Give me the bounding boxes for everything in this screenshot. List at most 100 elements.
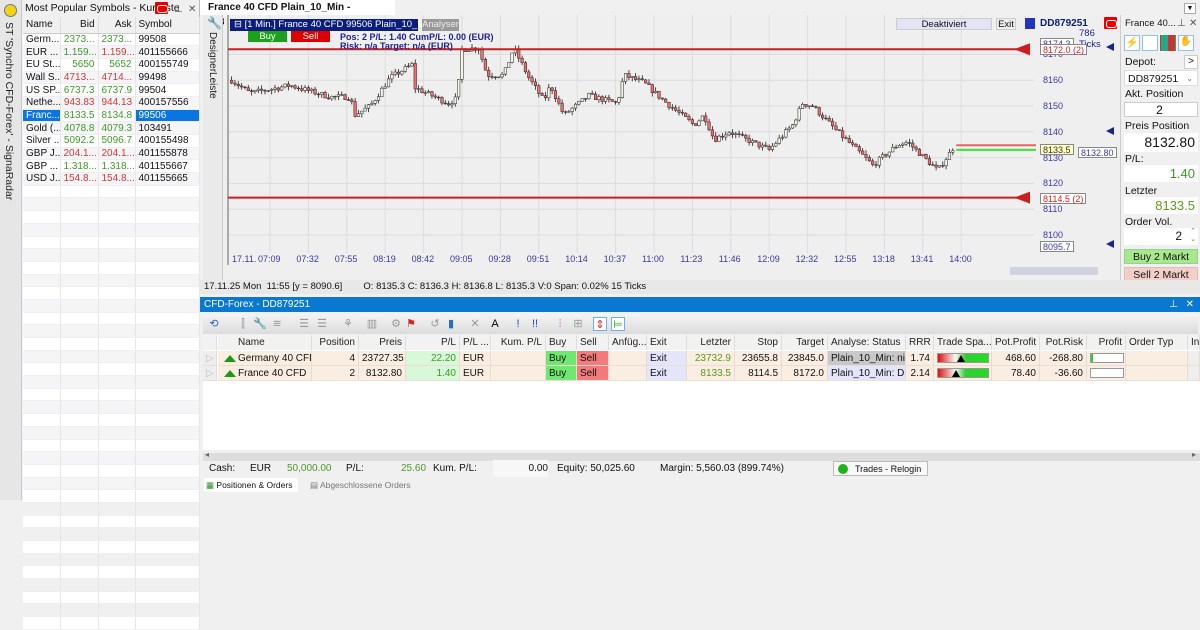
close-icon[interactable]: ✕: [188, 1, 196, 18]
chart-icon[interactable]: ≋: [270, 317, 284, 331]
position-row[interactable]: ▷ Germany 40 CFD 4 23727.35 22.20 EUR Buy Sell E…: [203, 351, 1200, 366]
cell-sell[interactable]: Sell: [577, 366, 609, 381]
col-header[interactable]: P/L ...: [460, 335, 491, 350]
deaktiviert-button[interactable]: Deaktiviert: [896, 18, 992, 30]
trades-relogin-button[interactable]: Trades - Relogin: [833, 461, 928, 476]
col-header[interactable]: Name: [218, 335, 312, 350]
chart-canvas[interactable]: [224, 15, 1119, 280]
sort-icon[interactable]: ⇕: [593, 317, 607, 331]
kursliste-row[interactable]: Nethe... 943.83 944.13 400157556: [23, 96, 200, 110]
font-icon[interactable]: A: [488, 317, 502, 331]
row-handle[interactable]: ▷: [203, 351, 217, 366]
designer-toolbar[interactable]: 🔧 DesignerLeiste: [203, 15, 223, 280]
col-header[interactable]: Preis: [359, 335, 406, 350]
col-header[interactable]: Analyse: Status: [828, 335, 906, 350]
chart-hscrollbar[interactable]: [1010, 267, 1098, 275]
kursliste-row[interactable]: GBP ... 1.318... 1.318... 401155667: [23, 159, 200, 174]
depot-next-button[interactable]: >: [1184, 55, 1198, 69]
col-header[interactable]: Pot.Risk: [1040, 335, 1087, 350]
kursliste-row[interactable]: EUR ... 1.159... 1.159... 401155666: [23, 45, 200, 59]
tab-chart-france40[interactable]: France 40 CFD Plain_10_Min - DD879251✕: [200, 0, 395, 28]
kursliste-row[interactable]: GBP J... 204.1... 204.1... 401155878: [23, 147, 200, 161]
scroll-left-icon[interactable]: ◂: [205, 450, 209, 459]
refresh-folder-icon[interactable]: ⟲: [207, 317, 221, 331]
position-row[interactable]: ▷ France 40 CFD 2 8132.80 1.40 EUR Buy Sell Exit…: [203, 366, 1200, 381]
target-arrow-icon[interactable]: [1014, 43, 1030, 56]
stepper-arrows-icon[interactable]: ⌃ ⌄: [1190, 228, 1196, 244]
book-icon[interactable]: ▮: [444, 317, 458, 331]
scroll-marker-icon[interactable]: [1106, 240, 1114, 248]
kursliste-row[interactable]: USD J... 154.8... 154.8... 401155665: [23, 172, 200, 186]
col-header[interactable]: Position: [312, 335, 359, 350]
col-header[interactable]: Sell: [577, 335, 609, 350]
kursliste-row[interactable]: EU St... 5650 5652 400155749: [23, 58, 200, 72]
col-header[interactable]: Profit: [1087, 335, 1126, 350]
kursliste-row[interactable]: US SP... 6737.3 6737.9 99504: [23, 83, 200, 97]
col-header-symbol[interactable]: Symbol: [135, 17, 200, 34]
add-column-icon[interactable]: ⊞: [571, 317, 585, 331]
wrench-icon[interactable]: 🔧: [253, 317, 267, 331]
col-header[interactable]: RRR: [906, 335, 934, 350]
col-header-ask[interactable]: Ask: [98, 17, 136, 34]
depot-select[interactable]: DD879251 ⌄: [1124, 70, 1198, 86]
col-header[interactable]: Stop: [735, 335, 782, 350]
signaradar-side-tab[interactable]: ST 'Synchro CFD-Forex' - SignaRadar: [0, 0, 22, 500]
kursliste-row[interactable]: Franc... 8133.5 8134.8 99506: [23, 109, 200, 123]
pin-icon[interactable]: ⊥: [174, 1, 183, 18]
hand-icon[interactable]: ✋: [1178, 35, 1194, 51]
tab-dropdown-icon[interactable]: ▼: [1184, 3, 1196, 14]
order-ticket-icon[interactable]: [1142, 35, 1158, 51]
cell-buy[interactable]: Buy: [546, 351, 577, 366]
link-logo-icon[interactable]: [155, 2, 168, 14]
scroll-marker-icon[interactable]: [1106, 127, 1114, 135]
list2-icon[interactable]: ☰: [315, 317, 329, 331]
pin-icon[interactable]: ⊥: [1169, 297, 1178, 312]
order-vol-stepper[interactable]: 2 ⌃ ⌄: [1124, 228, 1198, 245]
col-header[interactable]: Kum. P/L: [491, 335, 546, 350]
cell-exit[interactable]: Exit: [647, 366, 687, 381]
chart-exit-button[interactable]: Exit: [996, 18, 1016, 30]
collapse-icon[interactable]: ⊟: [234, 19, 245, 30]
cell-exit[interactable]: Exit: [647, 351, 687, 366]
row-handle[interactable]: [1188, 366, 1200, 381]
chart-buy-button[interactable]: Buy: [248, 31, 287, 42]
target-line-label[interactable]: 8172.0 (2): [1040, 44, 1088, 56]
chart-header[interactable]: ⊟ [1 Min.] France 40 CFD 99506 Plain_10_…: [230, 19, 433, 31]
col-header[interactable]: Exit: [647, 335, 687, 350]
kursliste-row[interactable]: Germ... 2373... 2373... 99508: [23, 33, 200, 47]
filter-icon[interactable]: ⊨: [611, 317, 625, 331]
double-alert-icon[interactable]: !!: [528, 317, 542, 331]
stop-line-label[interactable]: 8114.5 (2): [1040, 192, 1087, 204]
kursliste-row[interactable]: Gold (... 4078.8 4079.3 103491: [23, 121, 200, 135]
col-header[interactable]: Target: [782, 335, 828, 350]
col-header[interactable]: Pot.Profit: [992, 335, 1040, 350]
col-header[interactable]: Trade Spa...: [934, 335, 992, 350]
row-handle[interactable]: ▷: [203, 366, 217, 381]
col-header[interactable]: Order Typ: [1126, 335, 1188, 350]
columns-icon[interactable]: ▥: [365, 317, 379, 331]
alert-icon[interactable]: !: [511, 317, 525, 331]
kursliste-row[interactable]: Silver ... 5092.2 5096.7 400155498: [23, 134, 200, 148]
cell-sell[interactable]: Sell: [577, 351, 609, 366]
chart-sell-button[interactable]: Sell: [291, 31, 330, 42]
delete-icon[interactable]: ✕: [468, 317, 482, 331]
col-header[interactable]: P/L: [406, 335, 460, 350]
cell-buy[interactable]: Buy: [546, 366, 577, 381]
row-handle[interactable]: [1188, 351, 1200, 366]
stop-arrow-icon[interactable]: [1014, 191, 1030, 204]
kursliste-row[interactable]: Wall S... 4713... 4714... 99498: [23, 71, 200, 85]
tab-abgeschlossene-orders[interactable]: ▤ Abgeschlossene Orders: [310, 478, 411, 492]
col-header[interactable]: In: [1188, 335, 1200, 350]
candles-icon[interactable]: ⫿: [236, 317, 250, 331]
price-chart[interactable]: ⊟ [1 Min.] France 40 CFD 99506 Plain_10_…: [224, 15, 1119, 280]
pin-icon[interactable]: ⊥: [1177, 18, 1186, 29]
close-icon[interactable]: ✕: [1189, 18, 1197, 29]
flag-icon[interactable]: ⚑: [404, 317, 418, 331]
col-header-bid[interactable]: Bid: [60, 17, 99, 34]
col-header[interactable]: Letzter: [687, 335, 735, 350]
history-icon[interactable]: ↺: [428, 317, 442, 331]
bars-icon[interactable]: ⫶: [553, 317, 567, 331]
network-icon[interactable]: ⚘: [341, 317, 355, 331]
col-header-name[interactable]: Name: [23, 17, 61, 34]
col-header[interactable]: Anfüg...: [609, 335, 647, 350]
